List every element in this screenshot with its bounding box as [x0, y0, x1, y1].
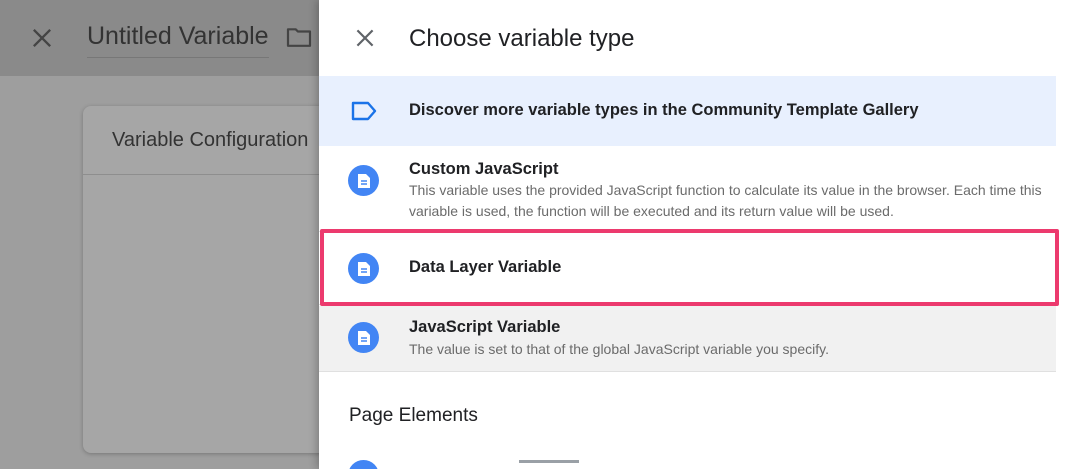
card-title: Variable Configuration [112, 129, 309, 151]
item-description: The value is set to that of the global J… [409, 341, 829, 357]
document-icon [348, 460, 379, 469]
document-icon [348, 322, 379, 353]
variable-type-javascript-variable[interactable]: JavaScript Variable The value is set to … [319, 306, 1056, 372]
partial-item-label [519, 460, 579, 463]
section-heading-page-elements: Page Elements [349, 405, 478, 426]
document-icon [348, 165, 379, 196]
tag-icon [351, 101, 377, 121]
variable-type-custom-javascript[interactable]: Custom JavaScript This variable uses the… [319, 146, 1056, 232]
gallery-link-label: Discover more variable types in the Comm… [409, 101, 919, 119]
community-template-gallery-link[interactable]: Discover more variable types in the Comm… [319, 76, 1056, 146]
close-icon[interactable] [28, 24, 56, 52]
folder-icon[interactable] [285, 26, 313, 48]
panel-header: Choose variable type [319, 0, 1074, 76]
panel-title: Choose variable type [409, 25, 635, 52]
item-name: Data Layer Variable [409, 258, 562, 276]
variable-name-field[interactable]: Untitled Variable [87, 22, 269, 58]
variable-type-data-layer-variable[interactable]: Data Layer Variable [319, 233, 1056, 305]
item-name: Custom JavaScript [409, 160, 559, 178]
document-icon [348, 253, 379, 284]
item-name: JavaScript Variable [409, 318, 561, 336]
item-description: This variable uses the provided JavaScri… [409, 182, 1042, 219]
close-icon[interactable] [352, 25, 378, 51]
choose-variable-type-panel: Choose variable type Discover more varia… [319, 0, 1074, 469]
